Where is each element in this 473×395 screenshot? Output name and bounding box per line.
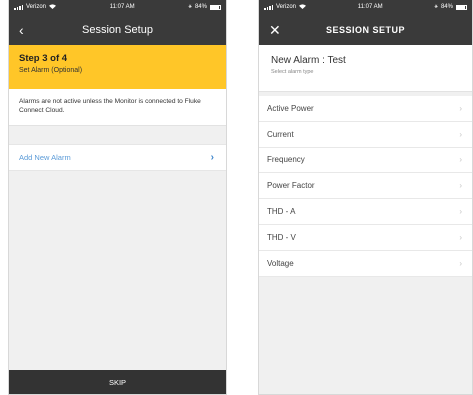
chevron-right-icon: › bbox=[459, 207, 462, 217]
alarm-type-current[interactable]: Current › bbox=[259, 122, 472, 148]
skip-button[interactable]: SKIP bbox=[9, 370, 226, 394]
alarm-type-frequency[interactable]: Frequency › bbox=[259, 148, 472, 174]
alarm-name-title: New Alarm : Test bbox=[271, 55, 346, 66]
status-time: 11:07 AM bbox=[109, 4, 135, 10]
chevron-right-icon: › bbox=[210, 151, 214, 163]
page-title: Session Setup bbox=[82, 23, 153, 36]
alarm-type-voltage[interactable]: Voltage › bbox=[259, 251, 472, 277]
list-item-label: Current bbox=[267, 129, 294, 139]
add-new-alarm-label: Add New Alarm bbox=[19, 152, 71, 162]
step-subtitle: Set Alarm (Optional) bbox=[19, 67, 83, 74]
alarm-type-instruction: Select alarm type bbox=[271, 69, 314, 75]
chevron-right-icon: › bbox=[459, 129, 462, 139]
close-icon[interactable]: ✕ bbox=[269, 23, 281, 37]
add-new-alarm-button[interactable]: Add New Alarm › bbox=[9, 143, 226, 171]
list-item-label: Voltage bbox=[267, 258, 294, 268]
status-bar: Verizon 11:07 AM ⚹ 84% bbox=[9, 0, 226, 14]
bluetooth-icon: ⚹ bbox=[434, 3, 438, 10]
chevron-right-icon: › bbox=[459, 232, 462, 242]
list-item-label: Power Factor bbox=[267, 181, 315, 191]
bluetooth-icon: ⚹ bbox=[188, 3, 192, 10]
battery-icon bbox=[209, 4, 221, 10]
chevron-right-icon: › bbox=[459, 181, 462, 191]
chevron-right-icon: › bbox=[459, 258, 462, 268]
chevron-right-icon: › bbox=[459, 155, 462, 165]
signal-icon bbox=[264, 4, 273, 10]
cloud-notice-text: Alarms are not active unless the Monitor… bbox=[9, 89, 226, 126]
chevron-right-icon: › bbox=[459, 103, 462, 113]
alarm-header: New Alarm : Test Select alarm type bbox=[259, 45, 472, 92]
list-item-label: Active Power bbox=[267, 103, 314, 113]
battery-percent: 84% bbox=[194, 4, 207, 10]
top-bar: Verizon 11:07 AM ⚹ 84% ‹ Session Setup bbox=[9, 0, 226, 45]
alarm-type-power-factor[interactable]: Power Factor › bbox=[259, 173, 472, 200]
battery-icon bbox=[455, 4, 467, 10]
status-bar: Verizon 11:07 AM ⚹ 84% bbox=[259, 0, 472, 14]
alarm-type-list: Active Power › Current › Frequency › Pow… bbox=[259, 96, 472, 277]
list-item-label: THD - V bbox=[267, 232, 296, 242]
alarm-type-thd-v[interactable]: THD - V › bbox=[259, 225, 472, 251]
alarm-type-active-power[interactable]: Active Power › bbox=[259, 96, 472, 122]
carrier-label: Verizon bbox=[276, 4, 297, 10]
session-setup-screen-step3: Verizon 11:07 AM ⚹ 84% ‹ Session Setup S… bbox=[8, 0, 227, 395]
list-item-label: Frequency bbox=[267, 155, 305, 165]
signal-icon bbox=[14, 4, 23, 10]
status-time: 11:07 AM bbox=[357, 4, 383, 10]
battery-percent: 84% bbox=[440, 4, 453, 10]
list-item-label: THD - A bbox=[267, 207, 296, 217]
wifi-icon bbox=[49, 3, 57, 11]
nav-bar: ✕ SESSION SETUP bbox=[259, 14, 472, 45]
carrier-label: Verizon bbox=[26, 4, 47, 10]
back-chevron-icon[interactable]: ‹ bbox=[19, 23, 24, 37]
step-title: Step 3 of 4 bbox=[19, 53, 68, 64]
step-banner: Step 3 of 4 Set Alarm (Optional) bbox=[9, 45, 226, 89]
wifi-icon bbox=[299, 3, 307, 11]
page-title: SESSION SETUP bbox=[325, 24, 406, 35]
nav-bar: ‹ Session Setup bbox=[9, 14, 226, 45]
select-alarm-type-screen: Verizon 11:07 AM ⚹ 84% ✕ SESSION SETUP N… bbox=[258, 0, 473, 395]
alarm-type-thd-a[interactable]: THD - A › bbox=[259, 199, 472, 225]
top-bar: Verizon 11:07 AM ⚹ 84% ✕ SESSION SETUP bbox=[259, 0, 472, 45]
